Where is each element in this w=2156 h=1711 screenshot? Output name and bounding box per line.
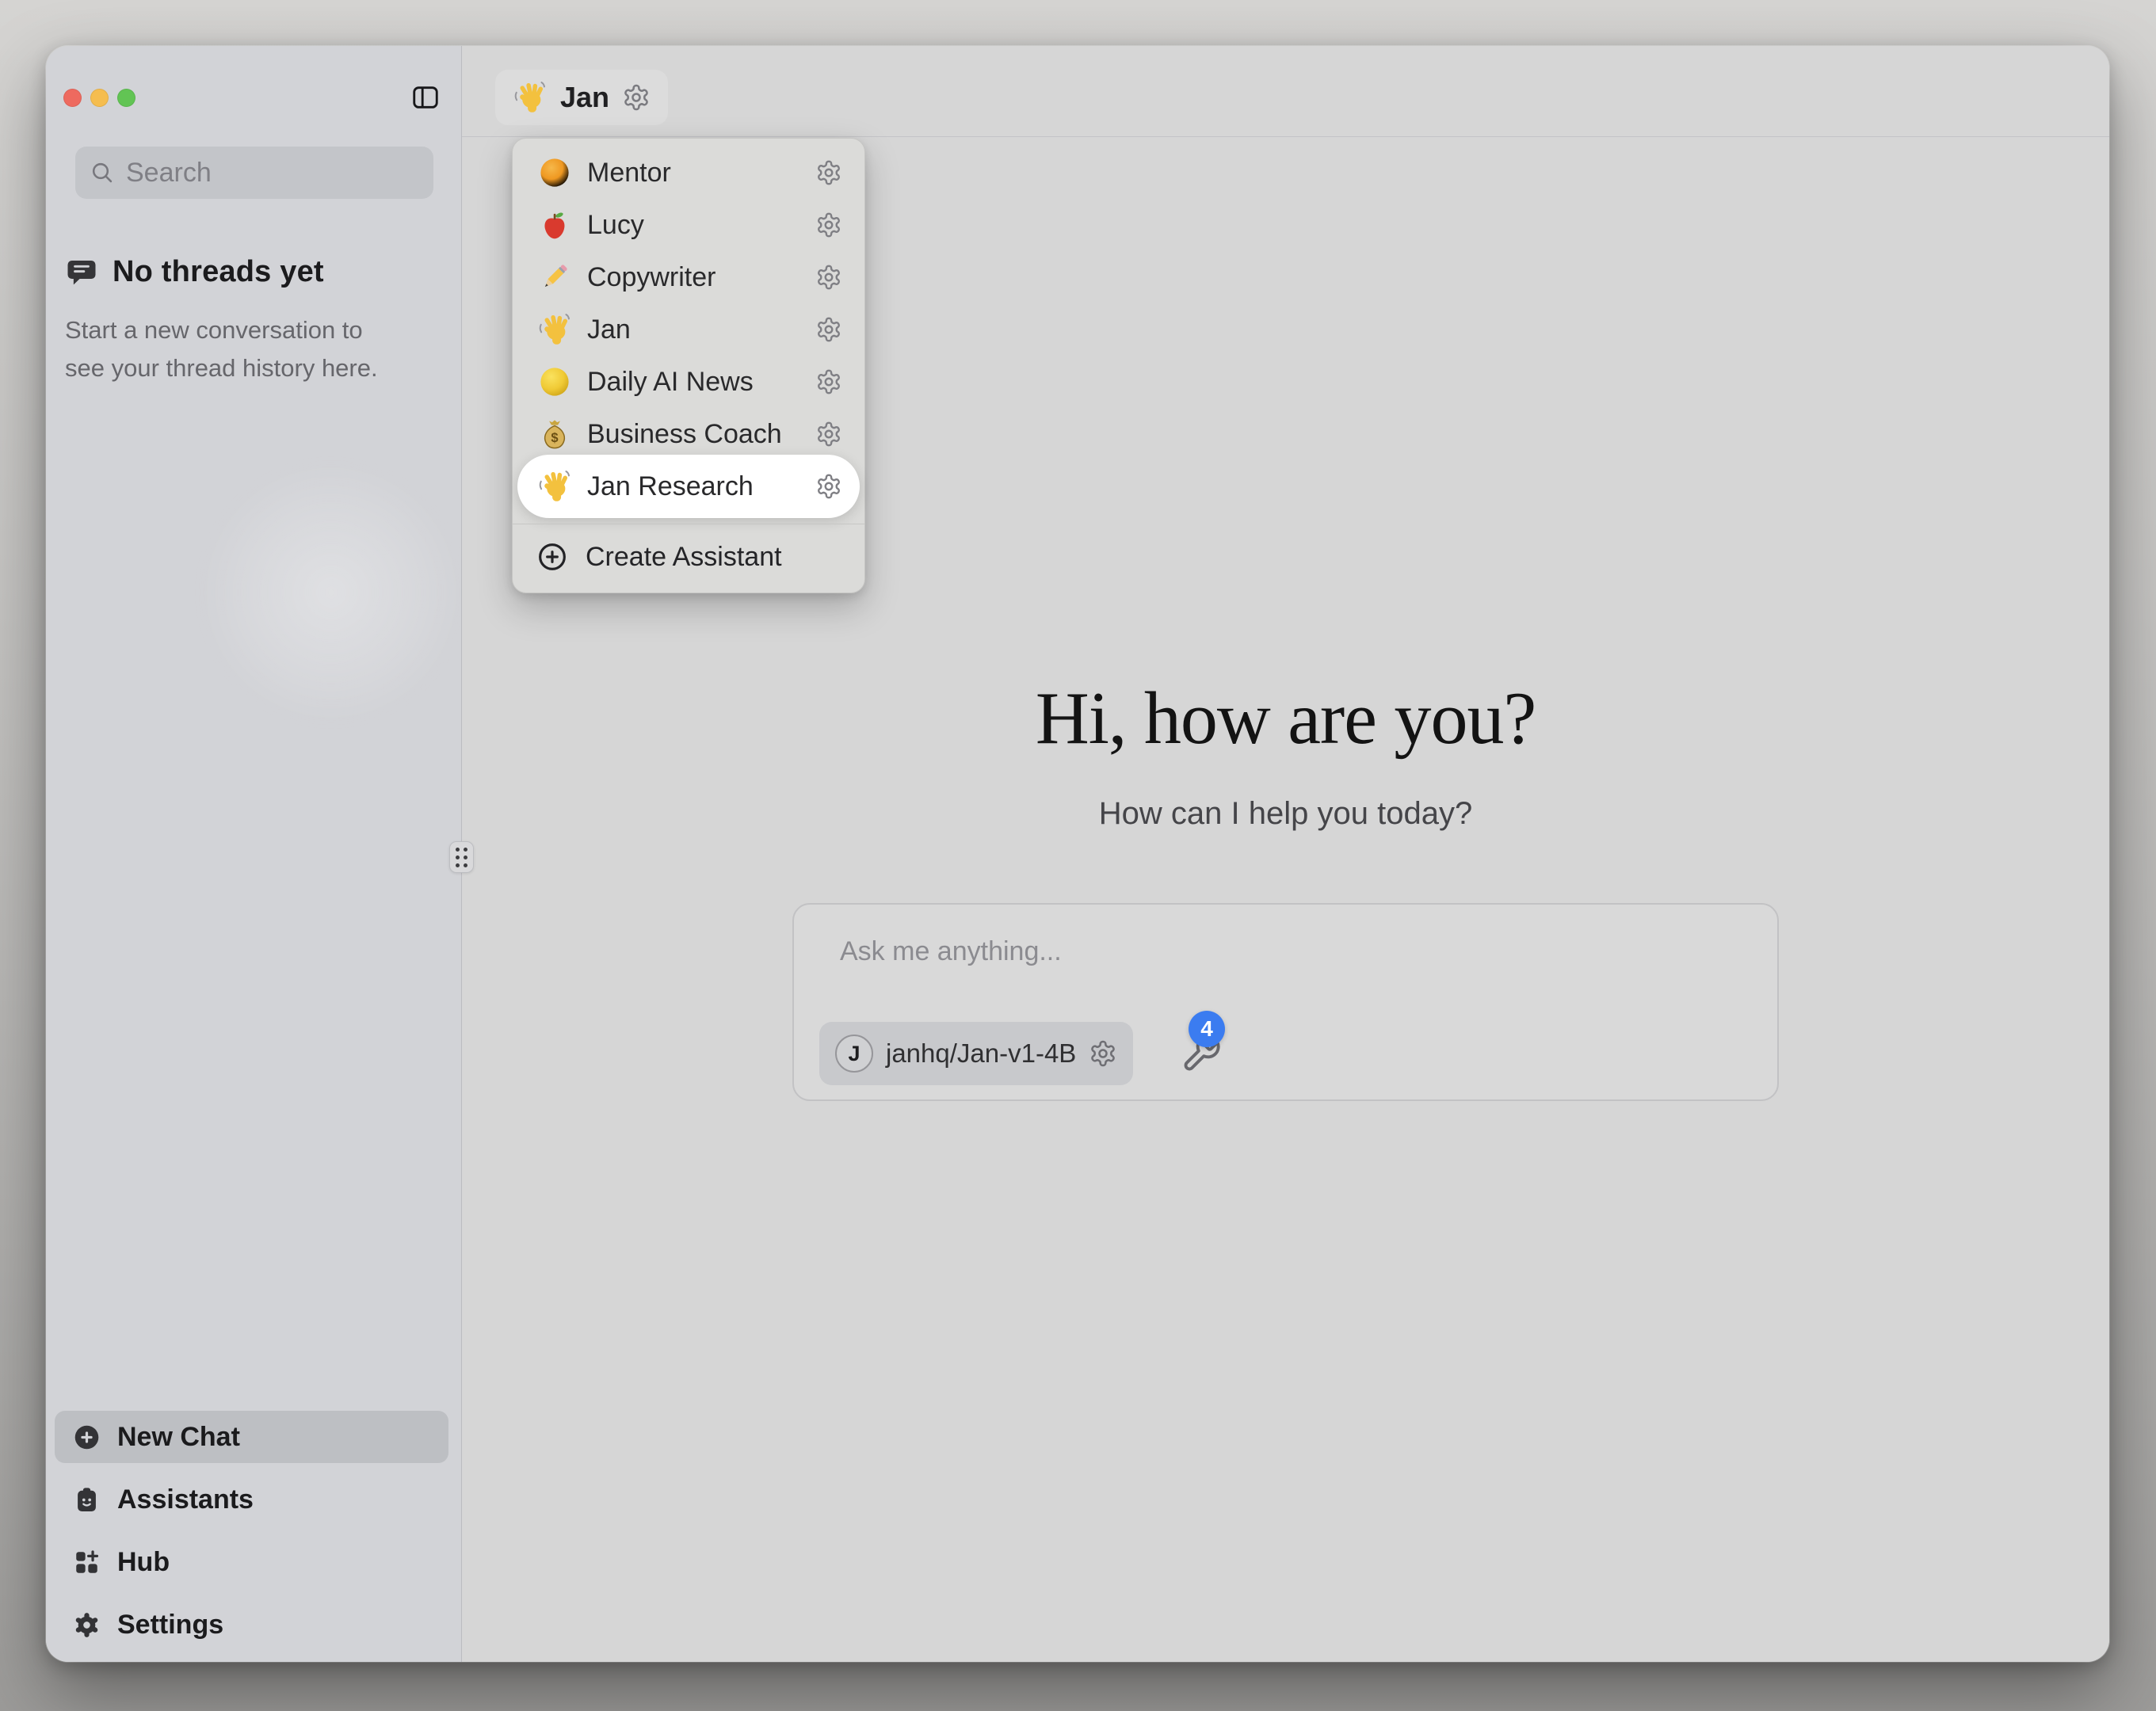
model-name: janhq/Jan-v1-4B	[886, 1038, 1076, 1069]
search-input[interactable]	[126, 158, 477, 189]
gear-icon[interactable]	[815, 211, 842, 238]
current-assistant-name: Jan	[560, 81, 609, 114]
sidebar-toggle-icon[interactable]	[410, 82, 441, 112]
assistant-dropdown-menu: Mentor Lucy	[512, 138, 865, 593]
sidebar-item-assistants[interactable]: Assistants	[55, 1473, 448, 1526]
pencil-icon	[536, 259, 573, 295]
menu-item-jan-research-selected[interactable]: Jan Research	[517, 455, 860, 518]
decorative-blur-blob	[197, 458, 466, 727]
nav-label: Assistants	[117, 1484, 254, 1515]
main-header	[462, 46, 2109, 137]
gear-icon[interactable]	[815, 316, 842, 343]
empty-state-title: No threads yet	[113, 255, 324, 289]
plus-circle-icon	[72, 1423, 101, 1452]
gear-filled-icon	[72, 1610, 101, 1640]
panel-resize-handle[interactable]	[449, 841, 474, 873]
app-window: No threads yet Start a new conversation …	[46, 46, 2109, 1662]
sidebar-item-hub[interactable]: Hub	[55, 1536, 448, 1588]
create-assistant-button[interactable]: Create Assistant	[513, 532, 864, 581]
menu-item-lucy[interactable]: Lucy	[513, 199, 864, 251]
window-controls	[63, 89, 135, 107]
waving-hand-icon	[513, 80, 548, 115]
money-bag-icon: $	[536, 416, 573, 452]
model-selector-button[interactable]: J janhq/Jan-v1-4B	[819, 1022, 1133, 1085]
search-box[interactable]	[75, 147, 433, 199]
sidebar: No threads yet Start a new conversation …	[46, 46, 462, 1662]
svg-text:$: $	[551, 431, 558, 445]
waving-hand-icon	[536, 311, 573, 348]
greeting-subtitle: How can I help you today?	[462, 796, 2109, 832]
search-icon	[90, 160, 115, 185]
gear-icon[interactable]	[815, 421, 842, 448]
menu-item-copywriter[interactable]: Copywriter	[513, 251, 864, 303]
nav-label: New Chat	[117, 1422, 240, 1453]
threads-empty-state: No threads yet Start a new conversation …	[65, 255, 429, 387]
model-settings-gear-icon[interactable]	[1089, 1039, 1117, 1068]
empty-state-description: Start a new conversation to see your thr…	[65, 311, 407, 387]
assistant-settings-gear-icon[interactable]	[622, 83, 651, 112]
menu-item-mentor[interactable]: Mentor	[513, 147, 864, 199]
nav-label: Hub	[117, 1547, 170, 1578]
new-chat-button[interactable]: New Chat	[55, 1411, 448, 1463]
orange-circle-icon	[536, 154, 573, 191]
zoom-button[interactable]	[117, 89, 135, 107]
minimize-button[interactable]	[90, 89, 109, 107]
plus-circle-outline-icon	[536, 541, 568, 573]
hub-squares-icon	[72, 1548, 101, 1577]
composer-card: J janhq/Jan-v1-4B 4	[792, 903, 1779, 1101]
menu-item-jan[interactable]: Jan	[513, 303, 864, 356]
waving-hand-icon	[536, 468, 573, 505]
assistant-selector-button[interactable]: Jan	[495, 70, 668, 125]
gear-icon[interactable]	[815, 264, 842, 291]
tools-count-badge: 4	[1189, 1011, 1225, 1047]
gear-icon[interactable]	[815, 159, 842, 186]
main-panel: Jan Mentor Lucy	[462, 46, 2109, 1662]
sidebar-nav: New Chat Assistants H	[55, 1411, 448, 1651]
gear-icon[interactable]	[815, 473, 842, 500]
yellow-circle-icon	[536, 364, 573, 400]
gear-icon[interactable]	[815, 368, 842, 395]
greeting-title: Hi, how are you?	[462, 676, 2109, 761]
assistant-robot-icon	[72, 1485, 101, 1515]
apple-icon	[536, 207, 573, 243]
nav-label: Settings	[117, 1610, 223, 1641]
close-button[interactable]	[63, 89, 82, 107]
chat-bubble-icon	[65, 256, 98, 289]
menu-item-daily-ai-news[interactable]: Daily AI News	[513, 356, 864, 408]
model-provider-badge: J	[835, 1035, 873, 1073]
menu-item-business-coach[interactable]: $ Business Coach	[513, 408, 864, 460]
sidebar-item-settings[interactable]: Settings	[55, 1599, 448, 1651]
greeting: Hi, how are you? How can I help you toda…	[462, 676, 2109, 832]
message-input[interactable]	[840, 936, 1731, 967]
